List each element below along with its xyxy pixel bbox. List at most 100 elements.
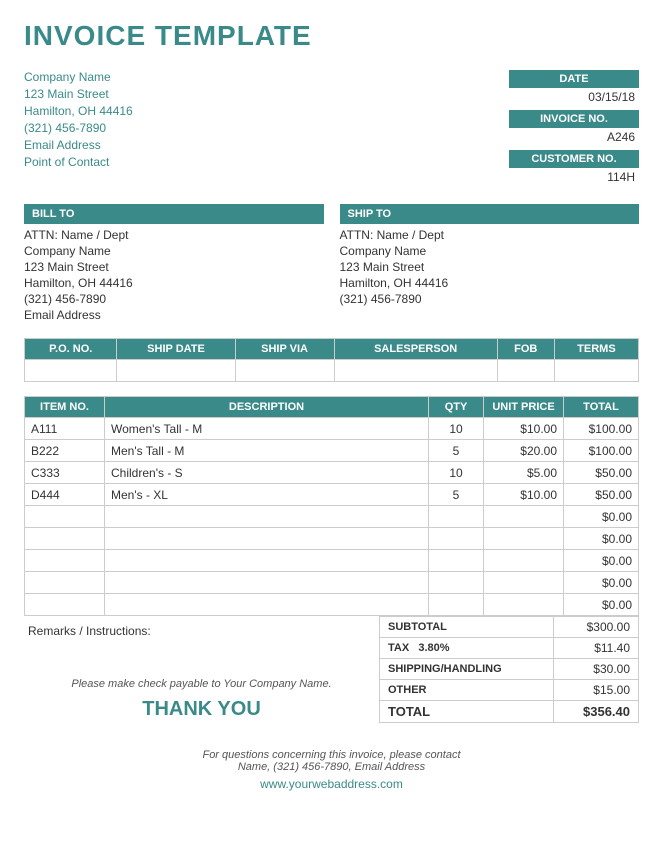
tax-row: TAX 3.80% $11.40 bbox=[380, 638, 639, 659]
tax-label: TAX 3.80% bbox=[380, 638, 554, 659]
fob bbox=[497, 360, 554, 382]
item-unit: $10.00 bbox=[484, 418, 564, 440]
item-total: $100.00 bbox=[564, 418, 639, 440]
po-col-2: SHIP DATE bbox=[117, 339, 235, 360]
item-unit: $10.00 bbox=[484, 484, 564, 506]
bill-to-header: BILL TO bbox=[24, 204, 324, 224]
ship-to-address: ATTN: Name / Dept Company Name 123 Main … bbox=[340, 228, 640, 306]
ship-date bbox=[117, 360, 235, 382]
qty-col: QTY bbox=[429, 397, 484, 418]
item-no: C333 bbox=[25, 462, 105, 484]
ship-via bbox=[235, 360, 334, 382]
company-email: Email Address bbox=[24, 138, 133, 152]
tax-value: $11.40 bbox=[553, 638, 638, 659]
item-total: $0.00 bbox=[564, 528, 639, 550]
table-row: $0.00 bbox=[25, 506, 639, 528]
terms bbox=[554, 360, 638, 382]
item-total: $100.00 bbox=[564, 440, 639, 462]
footer-line2: Name, (321) 456-7890, Email Address bbox=[24, 761, 639, 773]
bill-company: Company Name bbox=[24, 244, 324, 258]
table-row: $0.00 bbox=[25, 572, 639, 594]
item-desc: Men's - XL bbox=[105, 484, 429, 506]
footer-line1: For questions concerning this invoice, p… bbox=[24, 749, 639, 761]
bill-phone: (321) 456-7890 bbox=[24, 292, 324, 306]
item-no-col: ITEM NO. bbox=[25, 397, 105, 418]
po-col-3: SHIP VIA bbox=[235, 339, 334, 360]
table-row: B222 Men's Tall - M 5 $20.00 $100.00 bbox=[25, 440, 639, 462]
item-unit bbox=[484, 506, 564, 528]
ship-attn: ATTN: Name / Dept bbox=[340, 228, 640, 242]
invoice-meta: DATE 03/15/18 INVOICE NO. A246 CUSTOMER … bbox=[439, 70, 639, 190]
item-total: $50.00 bbox=[564, 462, 639, 484]
item-no: B222 bbox=[25, 440, 105, 462]
item-qty bbox=[429, 528, 484, 550]
description-col: DESCRIPTION bbox=[105, 397, 429, 418]
table-row: C333 Children's - S 10 $5.00 $50.00 bbox=[25, 462, 639, 484]
item-qty: 10 bbox=[429, 462, 484, 484]
salesperson bbox=[334, 360, 497, 382]
item-qty bbox=[429, 550, 484, 572]
item-qty bbox=[429, 572, 484, 594]
footer-section: For questions concerning this invoice, p… bbox=[24, 749, 639, 791]
item-total: $50.00 bbox=[564, 484, 639, 506]
item-total: $0.00 bbox=[564, 572, 639, 594]
item-desc bbox=[105, 506, 429, 528]
table-row: $0.00 bbox=[25, 550, 639, 572]
item-unit bbox=[484, 550, 564, 572]
invoice-no-value: A246 bbox=[439, 128, 639, 146]
item-no bbox=[25, 528, 105, 550]
bill-ship-section: BILL TO ATTN: Name / Dept Company Name 1… bbox=[24, 204, 639, 324]
total-label: TOTAL bbox=[380, 701, 554, 723]
unit-price-col: UNIT PRICE bbox=[484, 397, 564, 418]
ship-to-header: SHIP TO bbox=[340, 204, 640, 224]
item-unit: $5.00 bbox=[484, 462, 564, 484]
item-desc bbox=[105, 550, 429, 572]
subtotal-row: SUBTOTAL $300.00 bbox=[380, 617, 639, 638]
ship-city: Hamilton, OH 44416 bbox=[340, 276, 640, 290]
item-qty: 5 bbox=[429, 440, 484, 462]
shipping-row: SHIPPING/HANDLING $30.00 bbox=[380, 659, 639, 680]
date-value: 03/15/18 bbox=[439, 88, 639, 106]
po-col-6: TERMS bbox=[554, 339, 638, 360]
company-phone: (321) 456-7890 bbox=[24, 121, 133, 135]
item-total: $0.00 bbox=[564, 506, 639, 528]
item-qty bbox=[429, 594, 484, 616]
ship-address: 123 Main Street bbox=[340, 260, 640, 274]
item-unit: $20.00 bbox=[484, 440, 564, 462]
customer-no-value: 114H bbox=[439, 168, 639, 186]
footer-website: www.yourwebaddress.com bbox=[24, 777, 639, 791]
item-no: D444 bbox=[25, 484, 105, 506]
table-row: D444 Men's - XL 5 $10.00 $50.00 bbox=[25, 484, 639, 506]
bill-to-box: BILL TO ATTN: Name / Dept Company Name 1… bbox=[24, 204, 324, 324]
item-qty: 10 bbox=[429, 418, 484, 440]
item-desc: Women's Tall - M bbox=[105, 418, 429, 440]
table-row: $0.00 bbox=[25, 528, 639, 550]
item-unit bbox=[484, 594, 564, 616]
po-table: P.O. NO. SHIP DATE SHIP VIA SALESPERSON … bbox=[24, 338, 639, 382]
payment-note: Please make check payable to Your Compan… bbox=[28, 678, 375, 690]
company-info: Company Name 123 Main Street Hamilton, O… bbox=[24, 70, 133, 190]
remarks-section: Remarks / Instructions: Please make chec… bbox=[24, 616, 379, 729]
invoice-title: INVOICE TEMPLATE bbox=[24, 20, 639, 52]
remarks-label: Remarks / Instructions: bbox=[28, 624, 151, 638]
po-no bbox=[25, 360, 117, 382]
totals-section: SUBTOTAL $300.00 TAX 3.80% $11.40 SHIPPI… bbox=[379, 616, 639, 729]
po-col-4: SALESPERSON bbox=[334, 339, 497, 360]
thank-you: THANK YOU bbox=[28, 698, 375, 721]
item-desc bbox=[105, 572, 429, 594]
bill-attn: ATTN: Name / Dept bbox=[24, 228, 324, 242]
item-desc bbox=[105, 528, 429, 550]
shipping-label: SHIPPING/HANDLING bbox=[380, 659, 554, 680]
other-label: OTHER bbox=[380, 680, 554, 701]
item-qty bbox=[429, 506, 484, 528]
item-desc: Children's - S bbox=[105, 462, 429, 484]
bottom-section: Remarks / Instructions: Please make chec… bbox=[24, 616, 639, 729]
company-city: Hamilton, OH 44416 bbox=[24, 104, 133, 118]
item-unit bbox=[484, 528, 564, 550]
po-col-5: FOB bbox=[497, 339, 554, 360]
item-no bbox=[25, 572, 105, 594]
bill-city: Hamilton, OH 44416 bbox=[24, 276, 324, 290]
item-no bbox=[25, 506, 105, 528]
subtotal-label: SUBTOTAL bbox=[380, 617, 554, 638]
item-unit bbox=[484, 572, 564, 594]
